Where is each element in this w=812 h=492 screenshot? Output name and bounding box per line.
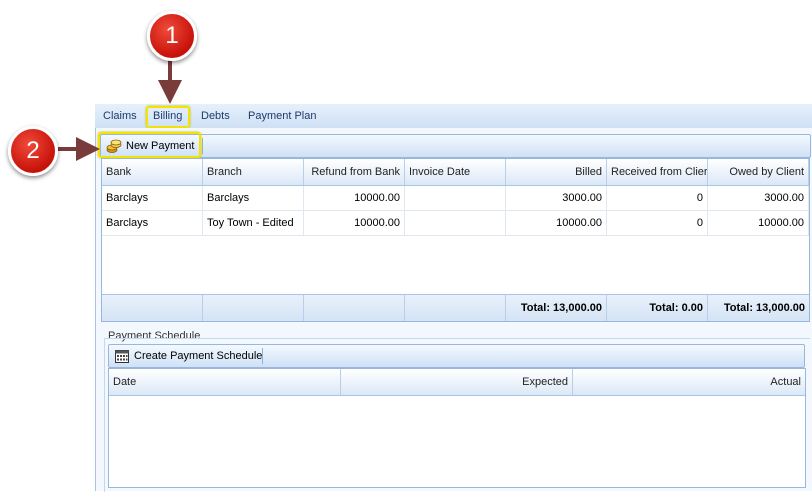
callout-1: 1 xyxy=(147,11,197,61)
annotation-arrows xyxy=(58,60,182,161)
callout-2: 2 xyxy=(8,126,58,176)
